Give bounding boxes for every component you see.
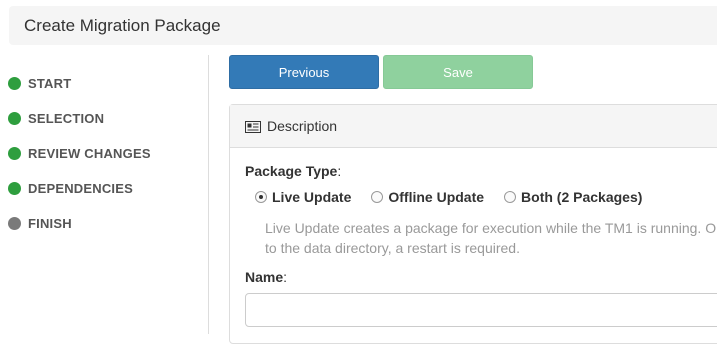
help-line: to the data directory, a restart is requ… bbox=[265, 240, 520, 256]
step-selection[interactable]: SELECTION bbox=[8, 101, 198, 136]
step-start[interactable]: START bbox=[8, 66, 198, 101]
sidebar-divider bbox=[208, 55, 209, 334]
step-status-dot-icon bbox=[8, 77, 21, 90]
step-status-dot-icon bbox=[8, 182, 21, 195]
radio-label: Offline Update bbox=[388, 189, 485, 205]
save-button[interactable]: Save bbox=[383, 55, 533, 89]
radio-button[interactable] bbox=[504, 191, 517, 203]
previous-button[interactable]: Previous bbox=[229, 55, 379, 89]
package-type-label-text: Package Type bbox=[245, 163, 338, 179]
step-dependencies[interactable]: DEPENDENCIES bbox=[8, 171, 198, 206]
name-input[interactable] bbox=[245, 293, 717, 327]
radio-label: Live Update bbox=[272, 189, 352, 205]
name-label-text: Name bbox=[245, 269, 284, 285]
radio-button[interactable] bbox=[371, 191, 384, 203]
step-finish[interactable]: FINISH bbox=[8, 206, 198, 241]
step-review-changes[interactable]: REVIEW CHANGES bbox=[8, 136, 198, 171]
newspaper-icon bbox=[245, 120, 261, 133]
package-type-help-text: Live Update creates a package for execut… bbox=[265, 218, 717, 258]
package-type-label: Package Type: bbox=[245, 163, 341, 179]
name-label: Name: bbox=[245, 269, 287, 285]
step-status-dot-icon bbox=[8, 217, 21, 230]
label-colon: : bbox=[283, 269, 288, 285]
step-label: REVIEW CHANGES bbox=[28, 146, 151, 161]
radio-option-offline-update[interactable]: Offline Update bbox=[371, 189, 484, 205]
step-status-dot-icon bbox=[8, 112, 21, 125]
radio-label: Both (2 Packages) bbox=[521, 189, 643, 205]
radio-button-selected[interactable] bbox=[255, 191, 267, 203]
step-label: DEPENDENCIES bbox=[28, 181, 133, 196]
radio-option-live-update[interactable]: Live Update bbox=[255, 189, 351, 205]
step-status-dot-icon bbox=[8, 147, 21, 160]
radio-option-both[interactable]: Both (2 Packages) bbox=[504, 189, 642, 205]
page-title: Create Migration Package bbox=[24, 16, 221, 35]
label-colon: : bbox=[337, 163, 342, 179]
wizard-steps: START SELECTION REVIEW CHANGES DEPENDENC… bbox=[8, 66, 198, 241]
step-label: FINISH bbox=[28, 216, 72, 231]
panel-heading: Description bbox=[230, 105, 717, 148]
package-type-radio-group: Live Update Offline Update Both (2 Packa… bbox=[255, 189, 662, 205]
help-line: Live Update creates a package for execut… bbox=[265, 220, 717, 236]
page-header: Create Migration Package bbox=[9, 6, 717, 45]
step-label: START bbox=[28, 76, 72, 91]
panel-title: Description bbox=[267, 118, 338, 134]
step-label: SELECTION bbox=[28, 111, 105, 126]
